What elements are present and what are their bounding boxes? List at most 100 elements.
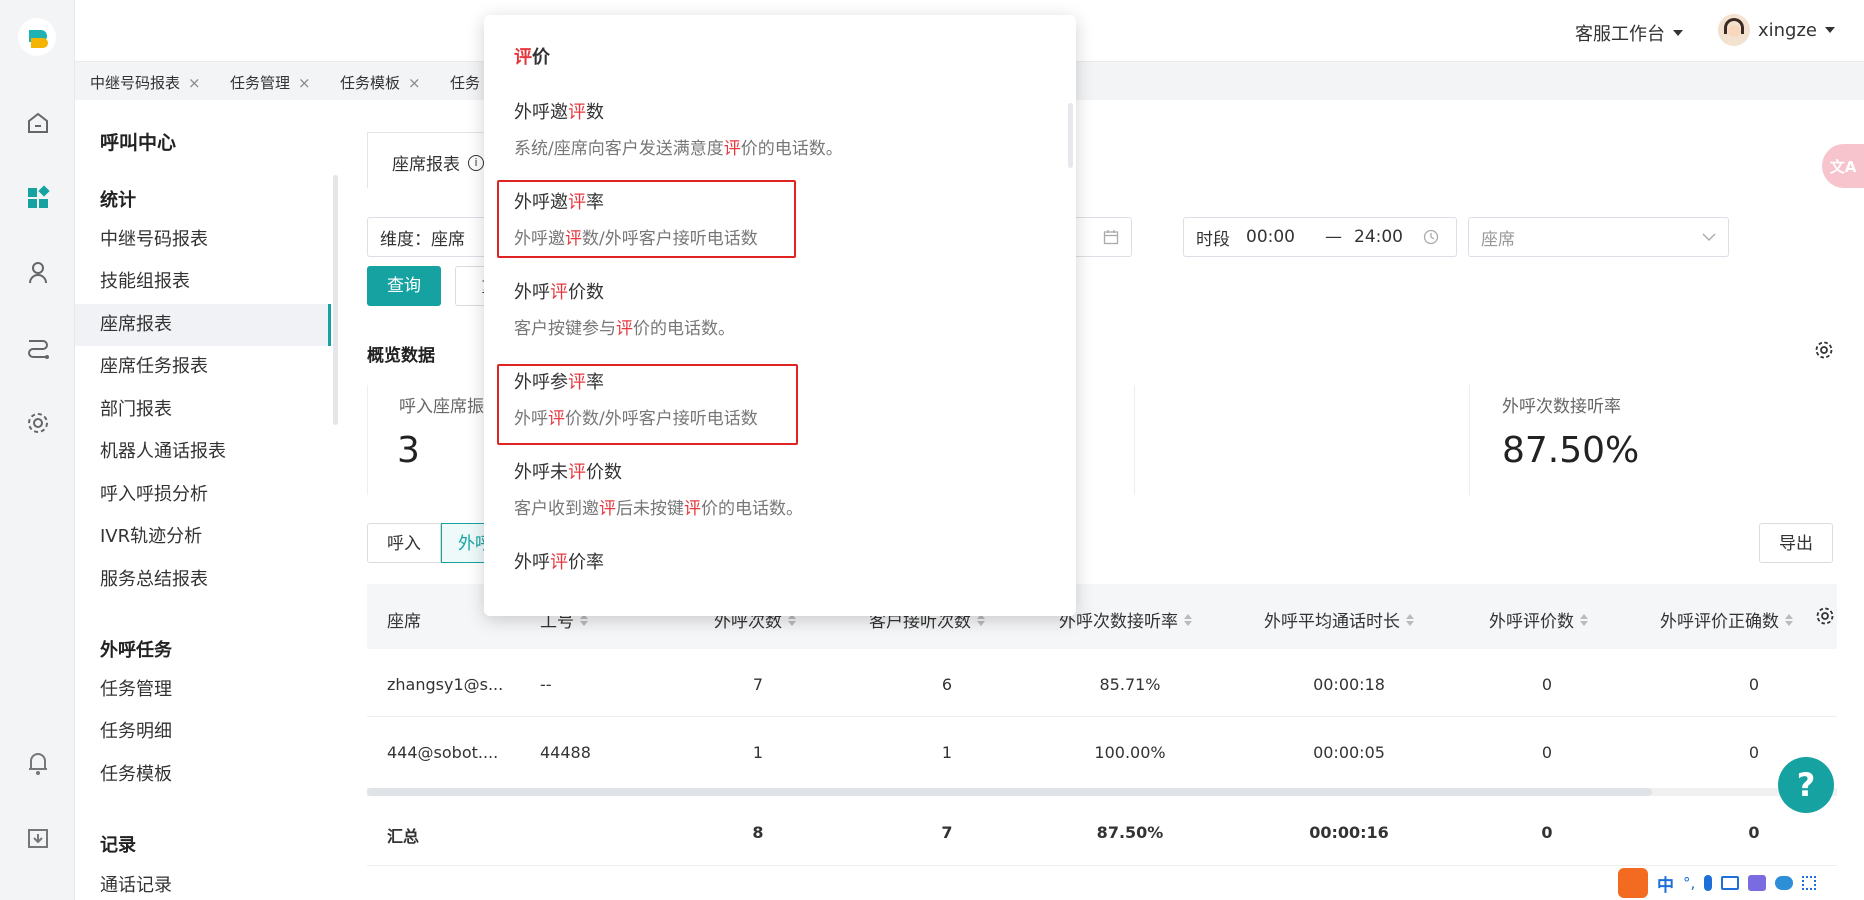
- sidebar-item-agent-task-report[interactable]: 座席任务报表: [75, 346, 331, 388]
- sogou-logo-icon[interactable]: [1618, 868, 1648, 898]
- sidebar-item-inbound-loss[interactable]: 呼入呼损分析: [75, 474, 331, 516]
- microphone-icon[interactable]: [1704, 875, 1713, 891]
- column-header[interactable]: 外呼评价正确数: [1660, 607, 1793, 632]
- popup-entry: 外呼邀评数 系统/座席向客户发送满意度评价的电话数。: [514, 98, 843, 159]
- chevron-down-icon: [1825, 27, 1836, 33]
- sidebar-item-service-summary[interactable]: 服务总结报表: [75, 559, 331, 601]
- game-icon[interactable]: [1775, 876, 1794, 890]
- period-label: 时段: [1196, 229, 1230, 250]
- column-header[interactable]: 外呼平均通话时长: [1264, 607, 1414, 632]
- translate-icon[interactable]: 文A: [1822, 144, 1864, 188]
- agent-placeholder: 座席: [1481, 229, 1515, 250]
- settings-icon[interactable]: [20, 405, 56, 441]
- popup-heading: 评价: [514, 47, 550, 68]
- sidebar-item-skillgroup-report[interactable]: 技能组报表: [75, 261, 331, 303]
- ime-mode[interactable]: 中: [1657, 871, 1674, 896]
- kpi-label: 外呼次数接听率: [1502, 397, 1621, 417]
- sidebar-item-agent-report[interactable]: 座席报表: [75, 304, 331, 346]
- column-header[interactable]: 外呼评价数: [1489, 607, 1588, 632]
- column-settings-gear-icon[interactable]: [1815, 606, 1835, 631]
- close-icon[interactable]: ×: [298, 74, 311, 92]
- sort-icon[interactable]: [1406, 613, 1414, 626]
- summary-cell: 汇总: [387, 827, 420, 846]
- help-chat-button[interactable]: ?: [1778, 757, 1834, 813]
- table-cell: 7: [752, 675, 764, 694]
- kpi-label: 呼入座席振: [399, 397, 484, 417]
- export-button[interactable]: 导出: [1759, 523, 1833, 563]
- workbench-label: 客服工作台: [1575, 24, 1665, 45]
- sidebar-item-robot-report[interactable]: 机器人通话报表: [75, 431, 331, 473]
- close-icon[interactable]: ×: [188, 74, 201, 92]
- sidebar-item-department-report[interactable]: 部门报表: [75, 389, 331, 431]
- kpi-value: 87.50%: [1502, 430, 1640, 471]
- app-logo-icon[interactable]: [18, 18, 56, 56]
- dashboard-icon[interactable]: [20, 180, 56, 216]
- sidebar-group-outbound: 外呼任务: [100, 640, 172, 661]
- download-folder-icon[interactable]: [20, 820, 56, 856]
- sidebar-item-trunk-report[interactable]: 中继号码报表: [75, 219, 331, 261]
- metric-help-popup: 评价 外呼邀评数 系统/座席向客户发送满意度评价的电话数。 外呼邀评率 外呼邀评…: [484, 15, 1076, 616]
- username: xingze: [1758, 19, 1818, 41]
- time-range-input[interactable]: 时段 00:00 — 24:00: [1183, 217, 1457, 257]
- popup-entry: 外呼评价数 客户按键参与评价的电话数。: [514, 278, 735, 339]
- chevron-down-icon: [1702, 233, 1716, 241]
- sort-icon[interactable]: [1580, 613, 1588, 626]
- summary-cell: 0: [1748, 823, 1760, 842]
- table-cell: 1: [752, 743, 764, 762]
- tab-label: 任务: [450, 74, 481, 92]
- ime-punct[interactable]: °,: [1683, 874, 1695, 892]
- table-cell: 85.71%: [1099, 675, 1161, 694]
- highlight-box: [497, 180, 796, 258]
- contacts-icon[interactable]: [20, 255, 56, 291]
- sort-icon[interactable]: [1785, 613, 1793, 626]
- tab-agent-report[interactable]: 座席报表 i: [392, 150, 484, 175]
- tab-task-template[interactable]: 任务模板 ×: [340, 72, 421, 93]
- table-cell: 6: [941, 675, 953, 694]
- sidebar-scrollbar[interactable]: [333, 175, 338, 425]
- grid-menu-icon[interactable]: [1802, 876, 1817, 890]
- sidebar-item-task-template[interactable]: 任务模板: [75, 754, 331, 796]
- table-cell: 444@sobot....: [387, 743, 499, 762]
- kpi-divider: [1469, 385, 1470, 495]
- sort-icon[interactable]: [1184, 613, 1192, 626]
- summary-cell: 00:00:16: [1309, 823, 1389, 842]
- agent-select[interactable]: 座席: [1468, 217, 1729, 257]
- column-header[interactable]: 座席: [387, 607, 421, 632]
- keyboard-icon[interactable]: [1721, 876, 1740, 890]
- popup-scrollbar[interactable]: [1068, 103, 1073, 168]
- time-separator: —: [1325, 227, 1342, 247]
- sidebar-group-stats: 统计: [100, 190, 136, 211]
- overview-title: 概览数据: [367, 346, 435, 366]
- table-cell: 00:00:18: [1313, 675, 1385, 694]
- table-cell: 0: [1748, 675, 1760, 694]
- overview-settings-gear-icon[interactable]: [1814, 340, 1834, 365]
- inbound-toggle[interactable]: 呼入: [367, 523, 441, 563]
- time-end[interactable]: 24:00: [1354, 227, 1403, 247]
- info-icon[interactable]: i: [468, 154, 484, 171]
- home-icon[interactable]: [20, 105, 56, 141]
- metric-name: 外呼评价数: [514, 282, 604, 303]
- popup-entry: 外呼未评价数 客户收到邀评后未按键评价的电话数。: [514, 458, 803, 519]
- sidebar-item-task-detail[interactable]: 任务明细: [75, 711, 331, 753]
- skin-icon[interactable]: [1748, 875, 1767, 891]
- tab-trunk-report[interactable]: 中继号码报表 ×: [90, 72, 201, 93]
- time-start[interactable]: 00:00: [1246, 227, 1295, 247]
- user-menu[interactable]: xingze: [1718, 14, 1836, 46]
- kpi-divider: [1134, 385, 1135, 495]
- sidebar-item-task-management[interactable]: 任务管理: [75, 669, 331, 711]
- routing-icon[interactable]: [20, 330, 56, 366]
- bell-icon[interactable]: [20, 745, 56, 781]
- query-button[interactable]: 查询: [367, 266, 441, 306]
- tab-task-management[interactable]: 任务管理 ×: [230, 72, 311, 93]
- workbench-menu[interactable]: 客服工作台: [1575, 20, 1683, 46]
- sidebar-item-call-records[interactable]: 通话记录: [75, 865, 331, 900]
- icon-rail: [0, 0, 75, 900]
- column-header[interactable]: 外呼次数接听率: [1059, 607, 1192, 632]
- kpi-value: 3: [397, 430, 420, 471]
- tab-task-partial[interactable]: 任务: [450, 72, 480, 93]
- table-cell: 0: [1541, 743, 1553, 762]
- table-scrollbar-thumb[interactable]: [367, 788, 1652, 796]
- close-icon[interactable]: ×: [408, 74, 421, 92]
- tab-label: 任务管理: [230, 74, 291, 92]
- sidebar-item-ivr-trace[interactable]: IVR轨迹分析: [75, 516, 331, 558]
